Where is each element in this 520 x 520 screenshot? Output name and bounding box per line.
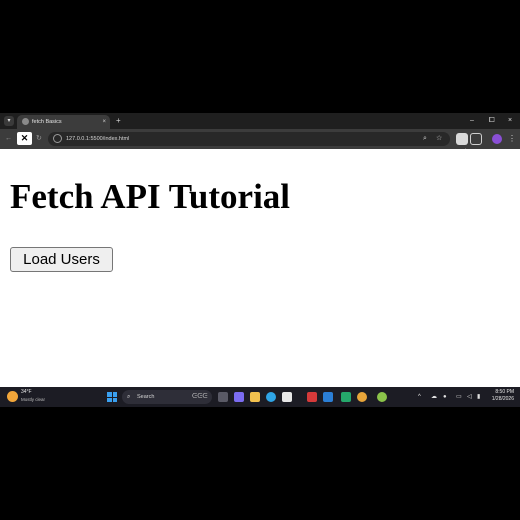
search-icon: ⌕ [127, 394, 131, 400]
globe-icon [22, 118, 29, 125]
display-icon[interactable]: ▭ [456, 391, 462, 403]
browser-tab-strip: ▾ fetch Basics × + – ⧠ × [0, 113, 520, 129]
store-icon[interactable] [282, 392, 292, 402]
mouse-cursor-icon [462, 147, 472, 157]
chevron-up-icon[interactable]: ^ [418, 391, 421, 403]
tab-title: fetch Basics [32, 119, 62, 125]
menu-icon[interactable]: ⋮ [508, 133, 516, 145]
star-icon[interactable]: ☆ [436, 133, 442, 145]
windows-start-icon[interactable] [107, 392, 117, 402]
refresh-icon[interactable]: ↻ [36, 134, 42, 144]
page-title: Fetch API Tutorial [10, 177, 291, 216]
battery-icon[interactable]: ▮ [477, 391, 480, 403]
url-text[interactable]: 127.0.0.1:5500/index.html [66, 132, 129, 146]
maximize-button[interactable]: ⧠ [489, 115, 495, 127]
mic-icon[interactable]: ● [443, 391, 447, 403]
taskbar-search[interactable]: ⌕ Search ᕮᕮᕮ [122, 390, 212, 404]
search-label: Search [137, 394, 155, 400]
load-users-button[interactable]: Load Users [10, 247, 113, 272]
weather-icon[interactable] [7, 391, 18, 402]
clock-date[interactable]: 1/28/2026 [486, 396, 514, 403]
chrome-profile-icon[interactable] [377, 392, 387, 402]
weather-description[interactable]: Mostly clear [21, 396, 45, 403]
cloud-icon[interactable]: ☁ [431, 391, 437, 403]
search-highlight-icon: ᕮᕮᕮ [192, 393, 208, 400]
browser-tab[interactable]: fetch Basics × [17, 115, 110, 129]
profile-icon[interactable] [492, 134, 502, 144]
vscode-icon[interactable] [323, 392, 333, 402]
new-tab-button[interactable]: + [116, 115, 121, 127]
chrome-icon[interactable] [357, 392, 367, 402]
file-explorer-icon[interactable] [250, 392, 260, 402]
puzzle-icon[interactable] [470, 133, 482, 145]
extension-icon[interactable] [456, 133, 468, 145]
capcut-app-icon[interactable] [341, 392, 351, 402]
copilot-icon[interactable] [234, 392, 244, 402]
window-close-button[interactable]: × [508, 115, 512, 127]
task-view-icon[interactable] [218, 392, 228, 402]
back-icon[interactable]: ← [5, 134, 12, 144]
capcut-icon: ✕ [17, 132, 32, 145]
tab-search-icon[interactable]: ▾ [4, 116, 14, 126]
zoom-icon[interactable]: ⌕ [423, 133, 427, 145]
volume-icon[interactable]: ◁ [467, 391, 472, 403]
windows-taskbar: 34°F Mostly clear ⌕ Search ᕮᕮᕮ ^ ☁ ● ▭ ◁… [0, 387, 520, 407]
close-icon[interactable]: × [102, 117, 106, 127]
clock-time[interactable]: 8:50 PM [486, 389, 514, 396]
browser-toolbar: ← ✕ ↻ 127.0.0.1:5500/index.html ⌕ ☆ ⋮ [0, 129, 520, 157]
edge-icon[interactable] [266, 392, 276, 402]
site-info-icon[interactable] [53, 134, 62, 143]
address-bar[interactable]: 127.0.0.1:5500/index.html ⌕ ☆ [48, 132, 450, 146]
youtube-icon[interactable] [307, 392, 317, 402]
minimize-button[interactable]: – [470, 115, 474, 127]
weather-temperature[interactable]: 34°F [21, 389, 32, 396]
desktop-screen: ▾ fetch Basics × + – ⧠ × ← ✕ ↻ 127.0.0.1… [0, 113, 520, 407]
